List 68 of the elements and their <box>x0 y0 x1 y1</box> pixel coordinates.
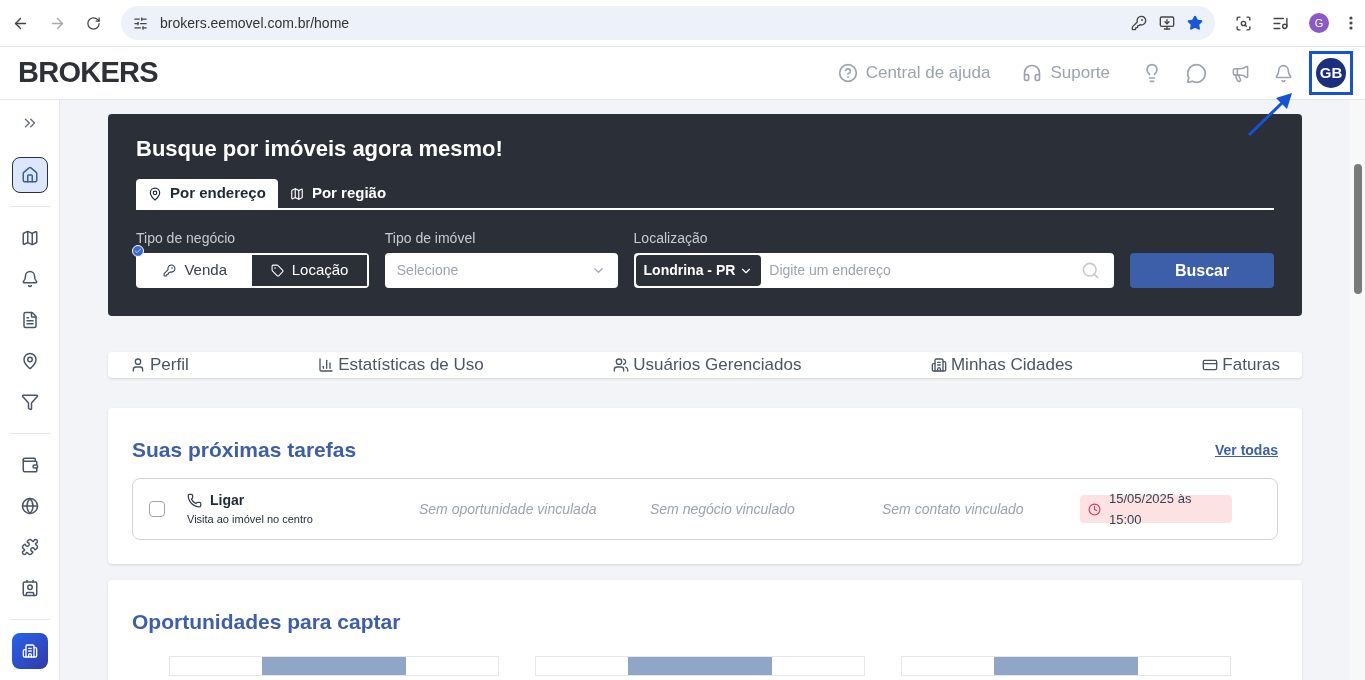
nav-link[interactable]: Minhas Cidades <box>930 352 1073 378</box>
wallet-icon <box>20 456 39 474</box>
notification-icon <box>1274 63 1293 83</box>
field-label: Tipo de negócio <box>136 229 237 248</box>
toggle-option[interactable]: Locação <box>252 255 367 286</box>
search-icon <box>1081 261 1101 280</box>
pointer-arrow <box>1246 92 1294 138</box>
field-label: Localização <box>633 229 709 248</box>
logo: BROKERS <box>18 55 158 91</box>
search-title: Busque por imóveis agora mesmo! <box>136 135 504 163</box>
sidebar-item[interactable] <box>11 157 48 193</box>
user-avatar[interactable]: GB <box>1316 58 1346 88</box>
key-icon <box>163 264 177 277</box>
users-icon <box>613 356 630 373</box>
toggle-option[interactable]: Venda <box>138 255 253 286</box>
field-label: Tipo de imóvel <box>384 229 477 248</box>
document-icon <box>20 311 39 329</box>
globe-icon <box>20 497 39 515</box>
nav-link[interactable]: Faturas <box>1202 352 1280 378</box>
location-field[interactable]: Londrina - PR Digite um endereço <box>633 253 1115 288</box>
home-icon <box>20 166 39 184</box>
task-opportunity: Sem oportunidade vinculada <box>419 499 598 519</box>
search-button[interactable]: Buscar <box>1130 253 1274 288</box>
menu-icon[interactable] <box>1349 16 1353 30</box>
task-business: Sem negócio vinculado <box>650 499 796 519</box>
user-icon <box>130 356 146 373</box>
nav-link[interactable]: Estatísticas de Uso <box>318 352 484 378</box>
filter-icon <box>20 393 39 411</box>
see-all-link[interactable]: Ver todas <box>1214 440 1278 461</box>
help-icon <box>837 63 858 83</box>
task-description: Visita ao imóvel no centro <box>187 512 314 528</box>
url-text: brokers.eemovel.com.br/home <box>160 13 351 33</box>
reload-icon <box>86 15 101 31</box>
task-type: Ligar <box>210 491 245 511</box>
task-contact: Sem contato vinculado <box>882 499 1025 519</box>
task-checkbox[interactable] <box>149 501 165 517</box>
due-date: 15/05/2025 às 15:00 <box>1109 490 1193 529</box>
map-icon <box>289 186 304 201</box>
site-settings-icon <box>133 15 148 31</box>
headset-icon <box>1022 63 1043 83</box>
address-input[interactable]: Digite um endereço <box>761 260 1082 281</box>
megaphone-icon <box>1231 63 1250 83</box>
location-pin-icon <box>148 186 162 201</box>
clock-icon <box>1088 502 1101 516</box>
section-title: Suas próximas tarefas <box>132 436 357 463</box>
bar-chart-icon <box>318 356 335 373</box>
star-icon <box>1187 15 1203 31</box>
phone-icon <box>187 493 202 509</box>
map-icon <box>20 229 39 247</box>
nav-link[interactable]: Perfil <box>130 352 189 378</box>
whatsapp-icon <box>1186 62 1207 84</box>
app-launcher-icon[interactable] <box>11 633 48 669</box>
profile-avatar[interactable]: G <box>1309 13 1329 33</box>
lens-icon <box>1235 14 1252 32</box>
search-tab[interactable]: Por endereço <box>136 179 278 208</box>
bell-icon <box>20 270 39 288</box>
contact-icon <box>20 579 39 597</box>
building-icon <box>930 356 947 373</box>
city-select[interactable]: Londrina - PR <box>635 255 762 286</box>
nav-link[interactable]: Usuários Gerenciados <box>613 352 802 378</box>
location-pin-icon <box>20 352 39 370</box>
key-icon <box>1131 15 1147 31</box>
install-icon <box>1159 15 1175 31</box>
tag-icon <box>270 264 284 277</box>
section-title: Oportunidades para captar <box>132 609 402 635</box>
puzzle-icon <box>20 538 39 556</box>
search-tab[interactable]: Por região <box>277 179 399 208</box>
address-bar[interactable]: brokers.eemovel.com.br/home <box>121 6 1215 40</box>
